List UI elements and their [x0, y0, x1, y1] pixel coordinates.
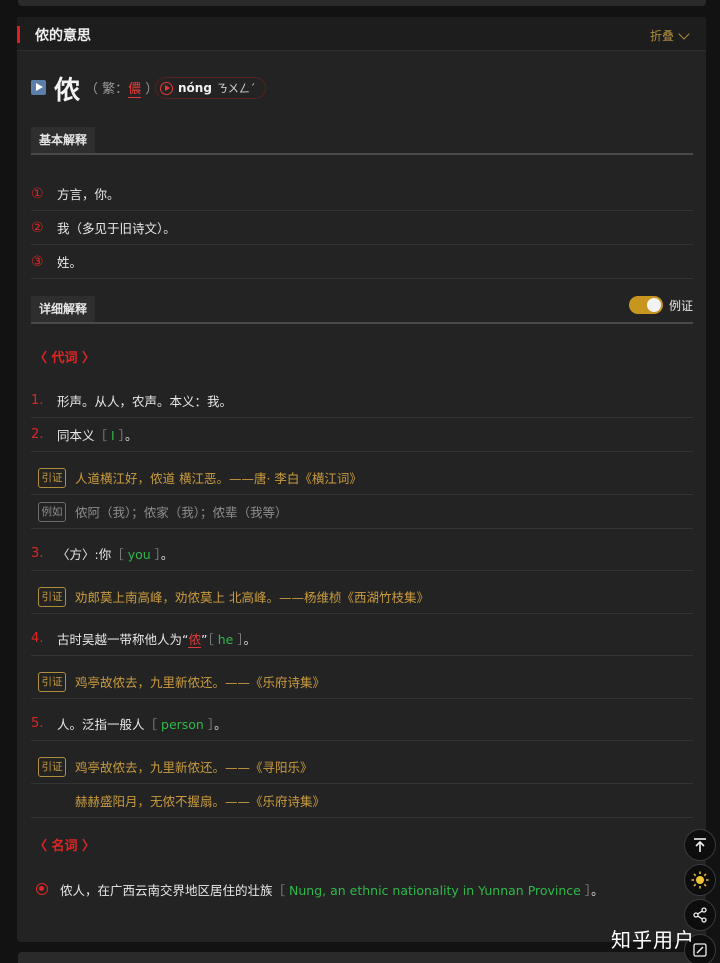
definition-row: 3. 〈方〉:你［ you ］。: [31, 537, 693, 571]
zhuyin: ㄋㄨㄥˊ: [216, 82, 256, 95]
bottom-edge-bar: [18, 952, 706, 963]
section-divider: [31, 322, 693, 324]
english-gloss: person: [157, 717, 208, 732]
audio-play-icon: [160, 81, 173, 95]
chevron-down-icon: [678, 27, 690, 40]
basic-item-number: ②: [31, 219, 44, 236]
definition-text-part: 〈方〉:你: [57, 547, 112, 562]
definition-text-part: 人。泛指一般人: [57, 717, 145, 732]
english-gloss: you: [123, 547, 155, 562]
theme-toggle-button[interactable]: [684, 864, 716, 896]
definition-number: 1.: [31, 393, 44, 408]
top-edge-bar: [18, 0, 706, 6]
quote-text: 鸡亭故侬去，九里新侬还。——《寻阳乐》: [75, 760, 313, 775]
bullet-circle-icon: [36, 883, 48, 895]
pos-label-noun: 〈 名词 〉: [34, 839, 96, 854]
sun-icon: [691, 871, 709, 889]
citation-tag: 引证: [38, 586, 66, 607]
noun-definition-row: 侬人，在广西云南交界地区居住的壮族［ Nung, an ethnic natio…: [31, 872, 693, 906]
quote-row: 引证 人道横江好，侬道 横江恶。——唐· 李白《横江词》: [31, 461, 693, 495]
definition-row: 5. 人。泛指一般人［ person ］。: [31, 707, 693, 741]
pos-label-pronoun: 〈 代词 〉: [34, 351, 96, 366]
meaning-card: 侬的意思 折叠 侬 （ 繁：儂 ） nóng ㄋㄨㄥˊ 基本解释 ① 方言，你。…: [17, 17, 706, 942]
quote-text: 人道横江好，侬道 横江恶。——唐· 李白《横江词》: [75, 471, 362, 486]
quote-row: 例如 侬阿（我）；侬家（我）；侬辈（我等）: [31, 495, 693, 529]
definition-text: 〈方〉:你［ you ］。: [57, 544, 173, 563]
traditional-prefix: （ 繁：: [85, 82, 129, 97]
page-title: 侬的意思: [35, 28, 91, 44]
toggle-switch[interactable]: [628, 296, 663, 314]
play-icon[interactable]: [31, 80, 46, 95]
toggle-label: 例证: [668, 298, 693, 313]
headword: 侬: [54, 76, 81, 106]
pronunciation-button[interactable]: nóng ㄋㄨㄥˊ: [155, 77, 267, 99]
example-text: 侬阿（我）；侬家（我）；侬辈（我等）: [75, 505, 288, 520]
edit-icon: [693, 943, 707, 957]
quote-row: 赫赫盛阳月，无侬不握扇。——《乐府诗集》: [31, 784, 693, 818]
definition-number: 4.: [31, 631, 44, 646]
section-divider: [31, 153, 693, 155]
collapse-label: 折叠: [649, 29, 674, 43]
definition-text: 形声。从人，农声。本义：我。: [57, 394, 233, 409]
back-to-top-button[interactable]: [684, 829, 716, 861]
traditional-form: （ 繁：儂 ）: [85, 78, 158, 98]
definition-text-part: 。: [243, 632, 257, 647]
example-tag: 例如: [38, 501, 66, 522]
collapse-button[interactable]: 折叠: [649, 27, 690, 44]
definition-number: 2.: [31, 427, 44, 442]
definition-row: 1. 形声。从人，农声。本义：我。: [31, 384, 693, 418]
basic-item-number: ③: [31, 253, 44, 270]
card-header: 侬的意思 折叠: [17, 17, 706, 51]
definition-row: 4. 古时吴越一带称他人为“侬”［ he ］。: [31, 622, 693, 656]
basic-item-text: 姓。: [57, 255, 83, 270]
citation-tag: 引证: [38, 671, 66, 692]
top-icon: [694, 838, 706, 852]
quote-row: 引证 鸡亭故侬去，九里新侬还。——《寻阳乐》: [31, 750, 693, 784]
header-accent-bar: [17, 26, 20, 43]
definition-text: 人。泛指一般人［ person ］。: [57, 714, 227, 733]
definition-text-part: 。: [591, 882, 604, 898]
english-gloss: Nung, an ethnic nationality in Yunnan Pr…: [285, 882, 585, 898]
watermark: 知乎用户: [611, 928, 695, 952]
definition-number: 5.: [31, 716, 44, 731]
quote-row: 引证 劝郎莫上南高峰，劝侬莫上 北高峰。——杨维桢《西湖竹枝集》: [31, 580, 693, 614]
basic-item: ② 我（多见于旧诗文）。: [31, 211, 693, 245]
basic-item-number: ①: [31, 185, 44, 202]
english-gloss: he: [213, 632, 238, 647]
basic-item: ③ 姓。: [31, 245, 693, 279]
citation-tag: 引证: [38, 756, 66, 777]
quote-text: 鸡亭故侬去，九里新侬还。——《乐府诗集》: [75, 675, 326, 690]
basic-item-text: 我（多见于旧诗文）。: [57, 221, 176, 236]
linked-char[interactable]: 侬: [188, 632, 201, 648]
basic-item: ① 方言，你。: [31, 177, 693, 211]
bracket-open: ［: [111, 547, 124, 562]
definition-row: 2. 同本义［ I ］。: [31, 418, 693, 452]
quote-row: 引证 鸡亭故侬去，九里新侬还。——《乐府诗集》: [31, 665, 693, 699]
traditional-char[interactable]: 儂: [128, 82, 142, 98]
citation-tag: 引证: [38, 467, 66, 488]
example-toggle[interactable]: 例证: [628, 296, 693, 314]
definition-text: 同本义［ I ］。: [57, 425, 137, 444]
bracket-open: ［: [272, 882, 286, 898]
pinyin: nóng: [178, 81, 212, 95]
definition-text-part: 侬人，在广西云南交界地区居住的壮族: [60, 882, 273, 898]
definition-number: 3.: [31, 546, 44, 561]
definition-text-part: 同本义: [57, 428, 95, 443]
definition-text-part: 。: [124, 428, 138, 443]
english-gloss: I: [107, 428, 119, 443]
bracket-open: ［: [94, 428, 108, 443]
definition-text: 侬人，在广西云南交界地区居住的壮族［ Nung, an ethnic natio…: [60, 880, 604, 899]
share-icon: [693, 907, 707, 923]
tab-detailed-explanation[interactable]: 详细解释: [31, 296, 96, 323]
bracket-open: ［: [144, 717, 158, 732]
definition-text-part: 古时吴越一带称他人为“: [57, 632, 189, 647]
definition-text: 古时吴越一带称他人为“侬”［ he ］。: [57, 629, 256, 648]
definition-text-part: 。: [160, 547, 174, 562]
quote-text: 劝郎莫上南高峰，劝侬莫上 北高峰。——杨维桢《西湖竹枝集》: [75, 590, 429, 605]
basic-item-text: 方言，你。: [57, 187, 120, 202]
tab-basic-explanation[interactable]: 基本解释: [31, 127, 96, 154]
definition-text-part: 。: [214, 717, 227, 732]
quote-text: 赫赫盛阳月，无侬不握扇。——《乐府诗集》: [75, 794, 326, 809]
